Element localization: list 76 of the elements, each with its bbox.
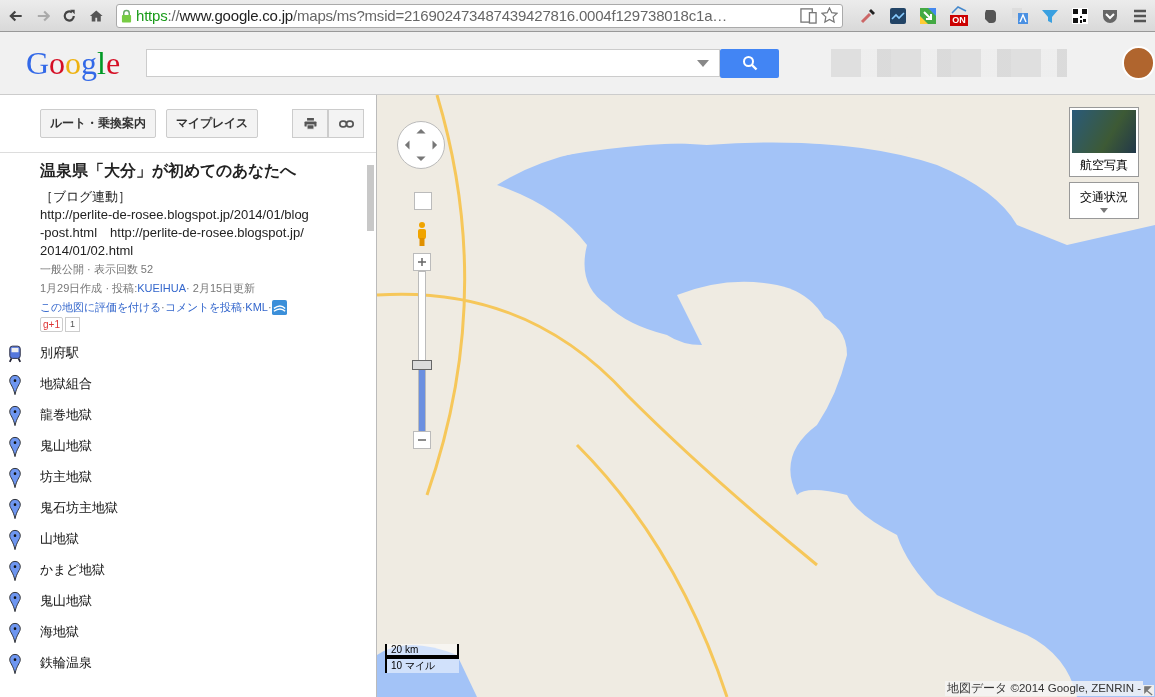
scale-bar-imperial: 10 マイル bbox=[385, 657, 459, 673]
place-link[interactable]: 地獄組合 bbox=[40, 376, 92, 393]
place-link[interactable]: 鉄輪温泉 bbox=[40, 655, 92, 672]
lock-icon bbox=[121, 8, 132, 23]
dropdown-caret-icon bbox=[1100, 207, 1108, 213]
plus-one-count: 1 bbox=[64, 317, 80, 332]
map-title: 温泉県「大分」が初めてのあなたへ bbox=[40, 161, 297, 182]
reload-icon[interactable] bbox=[62, 7, 77, 24]
qr-code-icon[interactable] bbox=[1071, 6, 1089, 25]
expand-corner-icon[interactable] bbox=[1143, 685, 1154, 696]
meta-text: 一般公開 · 表示回数 52 bbox=[40, 262, 154, 277]
search-icon bbox=[741, 55, 758, 71]
traffic-button[interactable]: 交通状況 bbox=[1069, 182, 1139, 219]
satellite-thumbnail bbox=[1072, 110, 1136, 153]
address-bar[interactable]: https://www.google.co.jp/maps/ms?msid=216902473487439427816.0004f129738018c1a… bbox=[116, 3, 843, 28]
map-pin-icon bbox=[8, 497, 22, 520]
aerial-view-button[interactable]: 航空写真 bbox=[1069, 107, 1139, 177]
meta-text: · bbox=[161, 300, 165, 315]
plus-one-button[interactable]: g+1 bbox=[40, 317, 63, 332]
zoom-slider-thumb[interactable] bbox=[412, 360, 432, 371]
plus-icon bbox=[417, 257, 427, 267]
avatar[interactable] bbox=[1121, 46, 1155, 80]
map-pin-icon bbox=[8, 652, 22, 675]
chart-icon[interactable] bbox=[889, 6, 907, 25]
scrollbar-thumb[interactable] bbox=[367, 165, 374, 231]
search-field[interactable] bbox=[145, 49, 720, 77]
arrow-square-icon[interactable] bbox=[919, 6, 937, 25]
star-icon[interactable] bbox=[821, 7, 838, 24]
place-link[interactable]: かまど地獄 bbox=[40, 562, 105, 579]
scale-bar-metric: 20 km bbox=[385, 644, 459, 657]
place-link[interactable]: 鬼石坊主地獄 bbox=[40, 500, 118, 517]
toolbar-button[interactable]: ルート・乗換案内 bbox=[40, 109, 156, 138]
map-pin-icon bbox=[8, 435, 22, 458]
meta-link[interactable]: コメントを投稿 bbox=[164, 298, 242, 317]
meta-link[interactable]: この地図に評価を付ける bbox=[40, 298, 161, 317]
place-link[interactable]: 海地獄 bbox=[40, 624, 79, 641]
eyedropper-icon[interactable] bbox=[859, 6, 877, 25]
meta-link[interactable]: KML bbox=[245, 298, 268, 317]
feed-icon[interactable] bbox=[271, 300, 287, 315]
zoom-in-button[interactable] bbox=[413, 253, 431, 271]
device-icon[interactable] bbox=[800, 7, 817, 24]
link-icon bbox=[338, 117, 354, 130]
printer-icon bbox=[302, 117, 318, 130]
zoom-slider[interactable] bbox=[412, 271, 432, 431]
map-pin-icon bbox=[8, 590, 22, 613]
train-icon bbox=[8, 342, 22, 365]
map-attribution: 地図データ ©2014 Google, ZENRIN - bbox=[945, 681, 1143, 696]
map-description: ［ブログ連動］ bbox=[40, 188, 132, 206]
place-link[interactable]: 鬼山地獄 bbox=[40, 593, 92, 610]
place-link[interactable]: 坊主地獄 bbox=[40, 469, 92, 486]
zoom-out-button[interactable] bbox=[413, 431, 431, 449]
map-description: http://perlite-de-rosee.blogspot.jp/2014/01/blog-post.html http://perlite-de-rosee.blogspot.jp/2014/01/02.html bbox=[40, 206, 310, 260]
translate-icon[interactable] bbox=[1011, 6, 1029, 25]
dropdown-caret-icon[interactable] bbox=[696, 59, 709, 67]
meta-text: 1月29日作成 · 投稿: bbox=[40, 281, 138, 296]
meta-text: · bbox=[267, 300, 272, 315]
search-button[interactable] bbox=[719, 48, 780, 78]
map-pin-icon bbox=[8, 528, 22, 551]
map-pin-icon bbox=[8, 621, 22, 644]
aerial-label: 航空写真 bbox=[1080, 157, 1128, 174]
url-text: https://www.google.co.jp/maps/ms?msid=216902473487439427816.0004f129738018c1a… bbox=[136, 7, 729, 24]
link-button[interactable] bbox=[328, 109, 364, 138]
place-link[interactable]: 山地獄 bbox=[40, 531, 79, 548]
extension-on-badge[interactable]: ON bbox=[949, 4, 969, 27]
map-pin-icon bbox=[8, 559, 22, 582]
meta-text: · 2月15日更新 bbox=[186, 281, 256, 296]
place-link[interactable]: 鬼山地獄 bbox=[40, 438, 92, 455]
map-pin-icon bbox=[8, 373, 22, 396]
toolbar-button[interactable]: マイプレイス bbox=[166, 109, 258, 138]
place-link[interactable]: 別府駅 bbox=[40, 345, 79, 362]
meta-text: · bbox=[241, 300, 246, 315]
place-link[interactable]: 龍巻地獄 bbox=[40, 407, 92, 424]
print-button[interactable] bbox=[292, 109, 328, 138]
map-pin-icon bbox=[8, 466, 22, 489]
map-pin-icon bbox=[8, 404, 22, 427]
google-logo[interactable]: Google bbox=[26, 44, 146, 82]
